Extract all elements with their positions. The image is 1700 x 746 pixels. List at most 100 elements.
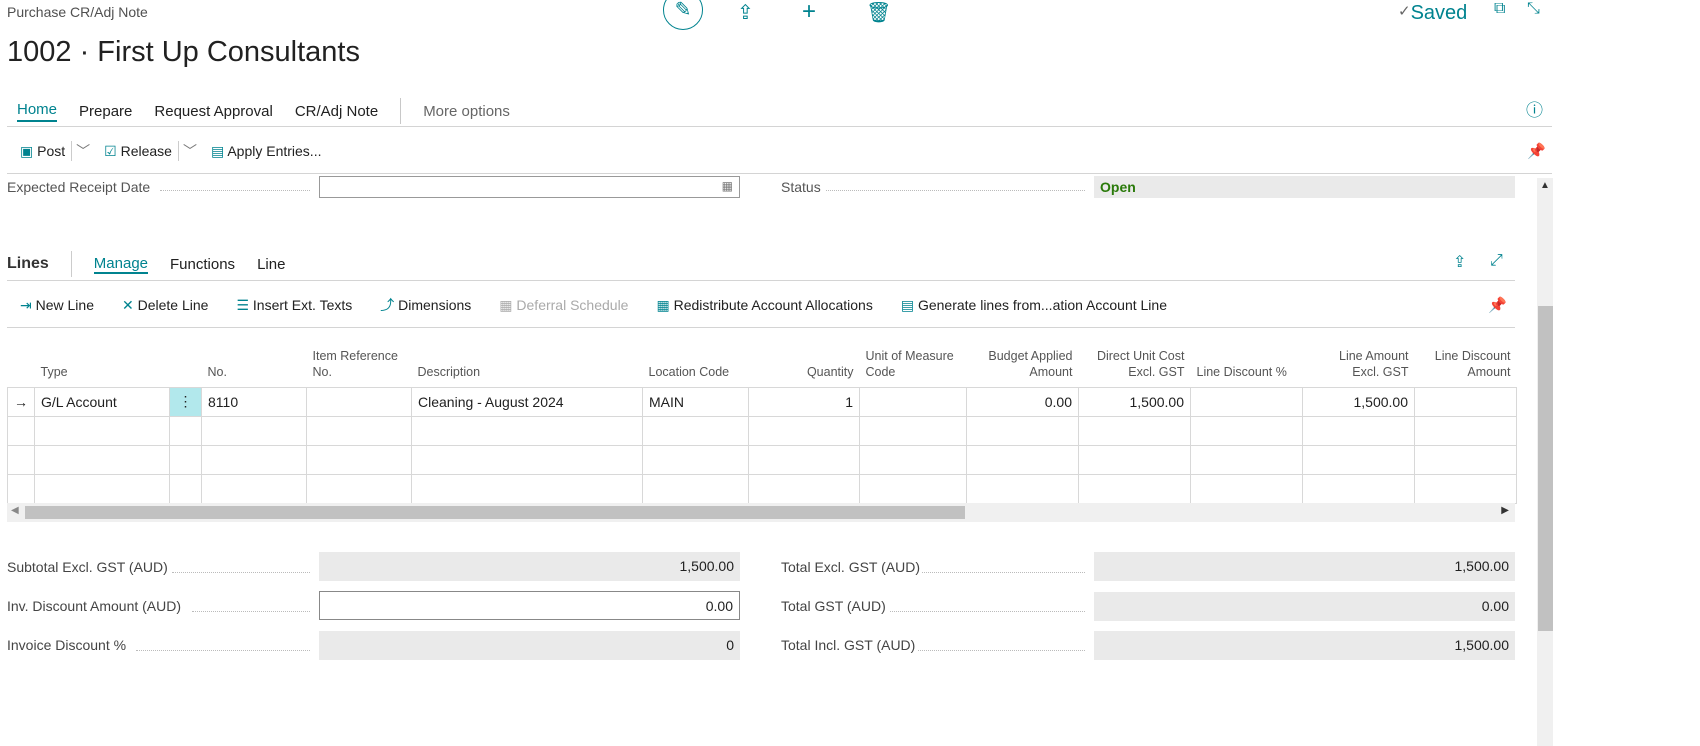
expected-receipt-date-input[interactable]: ▦ [319, 176, 740, 198]
col-budget[interactable]: Budget Applied Amount [967, 340, 1079, 387]
share-icon[interactable]: ⇪ [737, 0, 754, 25]
text-list-icon: ☰ [236, 296, 250, 313]
generate-lines-icon: ▤ [900, 296, 915, 313]
leader-dots [172, 572, 310, 573]
leader-dots [826, 190, 1085, 191]
action-tabs: Home Prepare Request Approval CR/Adj Not… [17, 98, 510, 124]
cell-unit-cost[interactable]: 1,500.00 [1078, 386, 1191, 417]
cell-line-amount[interactable]: 1,500.00 [1302, 386, 1415, 417]
scroll-thumb[interactable] [25, 506, 965, 519]
info-icon[interactable]: ⓘ [1526, 96, 1543, 121]
col-disc-amount[interactable]: Line Discount Amount [1415, 340, 1517, 387]
divider [70, 251, 72, 277]
dimensions-label: Dimensions [398, 297, 472, 313]
delete-icon[interactable]: 🗑 [866, 0, 891, 25]
post-dropdown[interactable]: ﹀ [71, 141, 90, 161]
col-disc-pct[interactable]: Line Discount % [1191, 340, 1303, 387]
release-dropdown[interactable]: ﹀ [177, 141, 197, 161]
delete-line-button[interactable]: ✕ Delete Line [122, 297, 208, 314]
horizontal-scrollbar[interactable]: ◀ ▶ [7, 503, 1515, 522]
saved-status: ✓ Saved [1398, 2, 1468, 24]
saved-label: Saved [1410, 2, 1468, 24]
tab-prepare[interactable]: Prepare [79, 103, 132, 120]
col-quantity[interactable]: Quantity [749, 340, 860, 387]
expected-receipt-date-label: Expected Receipt Date [7, 179, 151, 195]
add-icon[interactable]: + [802, 0, 816, 26]
table-row: → G/L Account ⋮ 8110 Cleaning - August 2… [7, 386, 1517, 417]
cell-budget[interactable]: 0.00 [966, 386, 1079, 417]
more-options-button[interactable]: More options [423, 103, 510, 120]
invoice-discount-pct-label: Invoice Discount % [7, 637, 127, 653]
col-indicator [8, 340, 35, 387]
inv-discount-amount-input[interactable]: 0.00 [319, 591, 740, 620]
table-row-empty [7, 473, 1517, 504]
open-new-window-icon[interactable]: ⧉ [1494, 0, 1505, 18]
deferral-schedule-button[interactable]: ▦ Deferral Schedule [499, 297, 628, 314]
apply-entries-label: Apply Entries... [227, 142, 322, 159]
tab-home[interactable]: Home [17, 101, 58, 122]
pin-icon[interactable]: 📌 [1488, 296, 1507, 314]
page-title: 1002 · First Up Consultants [7, 36, 360, 68]
col-location[interactable]: Location Code [643, 340, 749, 387]
col-description[interactable]: Description [412, 340, 643, 387]
scroll-up-icon[interactable]: ▲ [1540, 180, 1550, 191]
vertical-scrollbar[interactable]: ▲ [1537, 178, 1553, 746]
cell-description[interactable]: Cleaning - August 2024 [411, 386, 643, 417]
total-gst-label: Total GST (AUD) [781, 598, 886, 614]
post-button[interactable]: ▣ Post [20, 143, 65, 160]
general-fields: Expected Receipt Date ▦ Status Open [0, 176, 1515, 198]
insert-ext-texts-label: Insert Ext. Texts [252, 296, 353, 313]
apply-entries-button[interactable]: ▤ Apply Entries... [211, 143, 322, 160]
col-line-amount[interactable]: Line Amount Excl. GST [1303, 340, 1415, 387]
current-row-arrow-icon: → [7, 386, 35, 417]
dimensions-button[interactable]: ⤴ Dimensions [380, 295, 471, 315]
apply-entries-icon: ▤ [210, 142, 225, 159]
tab-request-approval[interactable]: Request Approval [154, 103, 272, 120]
cell-item-ref[interactable] [306, 386, 412, 417]
generate-lines-button[interactable]: ▤ Generate lines from...ation Account Li… [901, 297, 1167, 314]
release-button[interactable]: ☑ Release [104, 143, 172, 160]
share-icon[interactable]: ⇪ [1453, 252, 1466, 272]
lines-title: Lines [7, 255, 49, 272]
cell-no[interactable]: 8110 [201, 386, 307, 417]
cell-uom[interactable] [859, 386, 967, 417]
redistribute-button[interactable]: ▦ Redistribute Account Allocations [656, 297, 872, 314]
status-text: Open [1100, 179, 1136, 195]
expand-icon[interactable]: ⤢ [1490, 252, 1503, 270]
leader-dots [922, 572, 1085, 573]
cell-disc-pct[interactable] [1190, 386, 1303, 417]
col-type[interactable]: Type [35, 340, 170, 387]
lines-tab-manage[interactable]: Manage [93, 255, 149, 274]
collapse-icon[interactable]: ⤡ [1527, 0, 1540, 18]
total-excl-gst-label: Total Excl. GST (AUD) [781, 559, 920, 575]
pin-icon[interactable]: 📌 [1527, 142, 1546, 160]
status-label: Status [781, 179, 821, 195]
divider [7, 173, 1552, 174]
col-unit-cost[interactable]: Direct Unit Cost Excl. GST [1079, 340, 1191, 387]
col-uom[interactable]: Unit of Measure Code [860, 340, 967, 387]
leader-dots [136, 650, 310, 651]
cell-location[interactable]: MAIN [642, 386, 749, 417]
cell-quantity[interactable]: 1 [748, 386, 860, 417]
release-icon: ☑ [104, 142, 117, 159]
tab-cr-adj-note[interactable]: CR/Adj Note [295, 103, 378, 120]
scroll-thumb[interactable] [1538, 306, 1553, 631]
lines-tab-functions[interactable]: Functions [170, 256, 235, 273]
insert-ext-texts-button[interactable]: ☰ Insert Ext. Texts [236, 297, 352, 314]
scroll-right-icon[interactable]: ▶ [1501, 505, 1509, 516]
subtotal-label: Subtotal Excl. GST (AUD) [7, 559, 168, 575]
col-no[interactable]: No. [202, 340, 307, 387]
row-menu-icon[interactable]: ⋮ [169, 386, 202, 417]
scroll-left-icon[interactable]: ◀ [11, 505, 19, 516]
edit-pencil-icon[interactable]: ✎ [663, 0, 703, 30]
new-line-button[interactable]: ⇥ New Line [20, 297, 94, 314]
cell-type[interactable]: G/L Account [34, 386, 170, 417]
lines-action-bar: ⇥ New Line ✕ Delete Line ☰ Insert Ext. T… [20, 295, 1167, 315]
cell-disc-amount[interactable] [1414, 386, 1517, 417]
lines-header: Lines Manage Functions Line [7, 251, 285, 277]
divider [7, 280, 1515, 281]
table-row-empty [7, 444, 1517, 475]
calendar-icon[interactable]: ▦ [722, 179, 733, 193]
lines-tab-line[interactable]: Line [257, 256, 285, 273]
col-item-ref[interactable]: Item Reference No. [307, 340, 412, 387]
